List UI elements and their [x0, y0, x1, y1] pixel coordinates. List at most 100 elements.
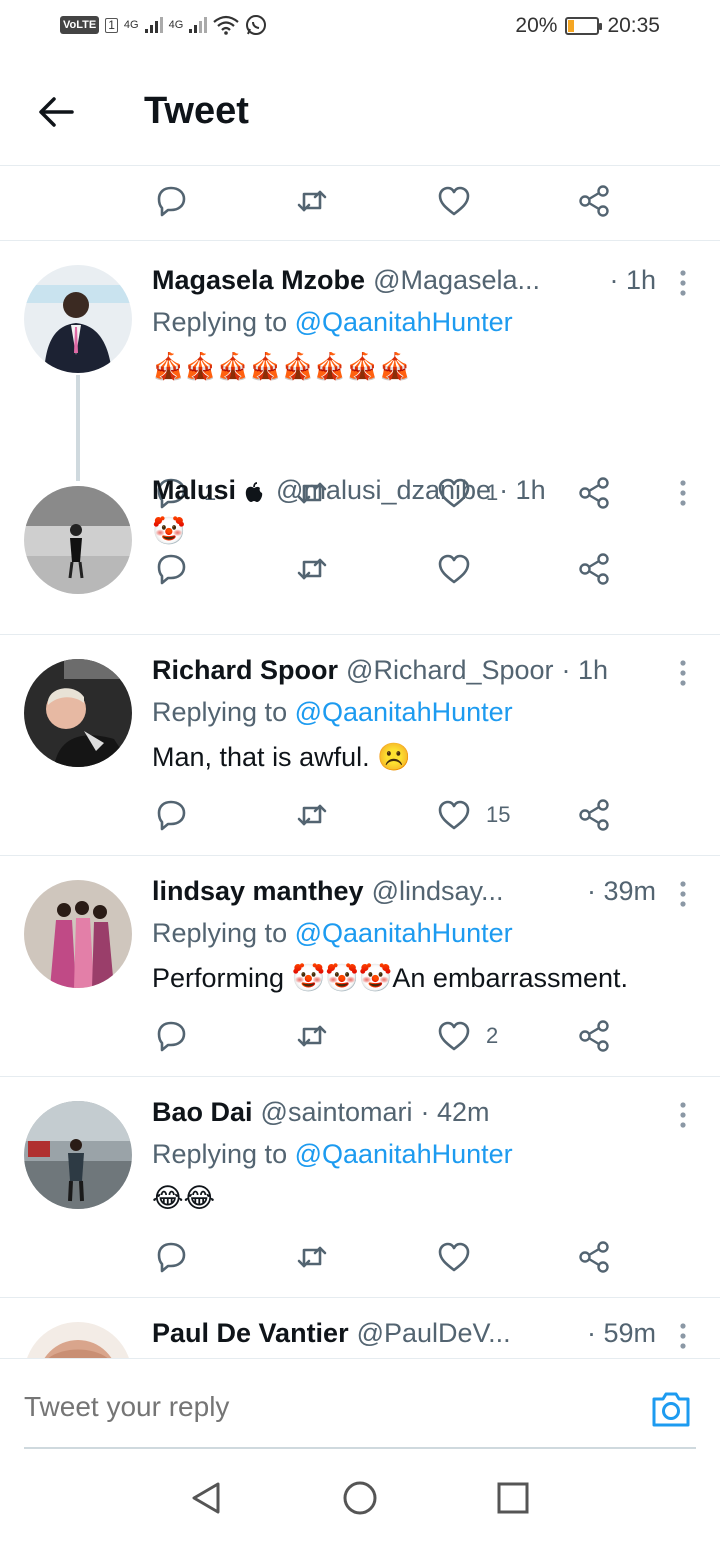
retweet-button[interactable]: [294, 551, 330, 587]
tweet[interactable]: lindsay manthey @lindsay... · 39m Replyi…: [0, 856, 720, 1077]
reply-button[interactable]: [154, 797, 204, 833]
avatar[interactable]: [24, 1101, 132, 1209]
avatar-image: [24, 1322, 132, 1358]
avatar[interactable]: [24, 1322, 132, 1358]
more-vertical-icon[interactable]: [668, 655, 698, 691]
comment-icon: [154, 1018, 190, 1054]
retweet-icon: [294, 183, 330, 219]
nav-recents-button[interactable]: [495, 1480, 531, 1516]
tweet[interactable]: Bao Dai @saintomari · 42m Replying to @Q…: [0, 1077, 720, 1298]
retweet-button[interactable]: [294, 1239, 330, 1275]
network-type-1: 4G: [123, 19, 139, 31]
like-button[interactable]: [436, 1239, 486, 1275]
retweet-icon: [294, 797, 330, 833]
more-vertical-icon[interactable]: [668, 876, 698, 912]
top-app-bar: Tweet: [0, 56, 720, 166]
triangle-back-icon: [192, 1482, 220, 1514]
comment-icon: [154, 1239, 190, 1275]
signal-icon: [189, 17, 208, 33]
reply-input[interactable]: [24, 1391, 584, 1423]
nav-back-button[interactable]: [188, 1480, 224, 1516]
author-handle[interactable]: @Magasela...: [373, 265, 540, 296]
volte-indicator: VoLTE: [60, 16, 100, 34]
author-name[interactable]: Paul De Vantier: [152, 1318, 349, 1349]
retweet-icon: [294, 1018, 330, 1054]
tweet[interactable]: Richard Spoor @Richard_Spoor · 1h Replyi…: [0, 635, 720, 856]
tweet-time[interactable]: · 42m: [421, 1097, 490, 1128]
tweet[interactable]: Paul De Vantier @PaulDeV... · 59m: [0, 1298, 720, 1358]
replying-to: Replying to @QaanitahHunter: [152, 1139, 696, 1175]
avatar[interactable]: [24, 659, 132, 767]
tweet-time[interactable]: · 1h: [562, 655, 609, 686]
comment-icon: [154, 551, 190, 587]
retweet-button[interactable]: [294, 1018, 330, 1054]
avatar-image: [24, 659, 132, 767]
author-name[interactable]: lindsay manthey: [152, 876, 364, 907]
like-button[interactable]: [436, 183, 472, 219]
author-handle[interactable]: @saintomari: [261, 1097, 413, 1128]
retweet-button[interactable]: [294, 797, 330, 833]
share-icon: [576, 1018, 612, 1054]
share-button[interactable]: [576, 551, 612, 587]
author-handle[interactable]: @malusi_dzanibe: [276, 475, 491, 506]
tweet-text: 🤡: [152, 516, 186, 546]
arrow-left-icon: [39, 97, 74, 127]
share-icon: [576, 183, 612, 219]
status-bar: VoLTE 1 4G 4G 20% 20:35: [0, 0, 720, 56]
like-button[interactable]: [436, 551, 486, 587]
nav-home-button[interactable]: [342, 1480, 378, 1516]
retweet-button[interactable]: [294, 183, 330, 219]
author-handle[interactable]: @Richard_Spoor: [346, 655, 554, 686]
whatsapp-icon: [246, 15, 267, 35]
share-button[interactable]: [576, 797, 612, 833]
share-button[interactable]: [576, 1018, 612, 1054]
tweet-feed[interactable]: Magasela Mzobe @Magasela... · 1h Replyin…: [0, 166, 720, 1358]
comment-icon: [154, 797, 190, 833]
like-button[interactable]: 15: [436, 797, 510, 833]
retweet-icon: [294, 1239, 330, 1275]
share-icon: [576, 1239, 612, 1275]
back-button[interactable]: [34, 90, 78, 134]
author-name[interactable]: Malusi: [152, 475, 236, 506]
author-handle[interactable]: @lindsay...: [372, 876, 504, 907]
reply-composer: [0, 1358, 720, 1449]
more-vertical-icon[interactable]: [668, 475, 698, 511]
author-name[interactable]: Richard Spoor: [152, 655, 338, 686]
mention-link[interactable]: @QaanitahHunter: [295, 697, 513, 727]
tweet-time[interactable]: · 1h: [499, 475, 546, 506]
wifi-icon: [213, 15, 239, 35]
reply-button[interactable]: [154, 1239, 204, 1275]
camera-button[interactable]: [650, 1389, 692, 1429]
more-vertical-icon[interactable]: [668, 265, 698, 301]
share-button[interactable]: [576, 1239, 612, 1275]
author-handle[interactable]: @PaulDeV...: [357, 1318, 511, 1349]
mention-link[interactable]: @QaanitahHunter: [295, 918, 513, 948]
tweet-text: Man, that is awful. ☹️: [152, 742, 411, 772]
avatar[interactable]: [24, 880, 132, 988]
author-name[interactable]: Bao Dai: [152, 1097, 253, 1128]
reply-button[interactable]: [154, 551, 204, 587]
avatar[interactable]: [24, 265, 132, 373]
camera-icon: [652, 1392, 690, 1427]
tweet[interactable]: Magasela Mzobe @Magasela... · 1h Replyin…: [0, 241, 720, 461]
more-vertical-icon[interactable]: [668, 1318, 698, 1354]
mention-link[interactable]: @QaanitahHunter: [295, 1139, 513, 1169]
system-nav-bar: [0, 1450, 720, 1541]
mention-link[interactable]: @QaanitahHunter: [295, 307, 513, 337]
reply-input-underline: [24, 1447, 696, 1449]
replying-prefix: Replying to: [152, 918, 295, 948]
author-name[interactable]: Magasela Mzobe: [152, 265, 365, 296]
avatar-image: [24, 265, 132, 373]
tweet-text: 😂😂: [152, 1183, 216, 1213]
square-recents-icon: [497, 1482, 529, 1514]
like-button[interactable]: 2: [436, 1018, 498, 1054]
sim-indicator: 1: [105, 17, 118, 33]
share-button[interactable]: [576, 183, 612, 219]
more-vertical-icon[interactable]: [668, 1097, 698, 1133]
reply-button[interactable]: [154, 183, 190, 219]
tweet[interactable]: Malusi @malusi_dzanibe · 1h 🤡: [0, 461, 720, 635]
tweet-text: Performing 🤡🤡🤡An embarrassment.: [152, 963, 628, 993]
signal-icon: [144, 17, 163, 33]
reply-button[interactable]: [154, 1018, 204, 1054]
heart-icon: [436, 1239, 472, 1275]
